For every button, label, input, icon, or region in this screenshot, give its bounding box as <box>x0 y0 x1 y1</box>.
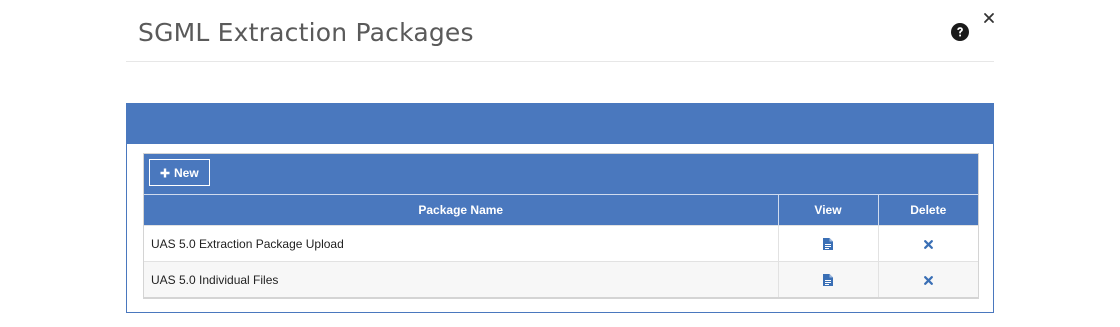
sgml-packages-dialog: SGML Extraction Packages New Package Nam… <box>0 0 1120 327</box>
column-header-package-name[interactable]: Package Name <box>144 194 778 226</box>
document-icon[interactable] <box>823 274 833 287</box>
table-row[interactable]: UAS 5.0 Extraction Package Upload <box>144 225 978 262</box>
plus-icon <box>160 168 170 177</box>
delete-x-icon[interactable] <box>923 239 933 249</box>
question-circle-icon[interactable] <box>951 23 969 41</box>
dialog-title: SGML Extraction Packages <box>138 18 474 47</box>
new-package-button[interactable]: New <box>149 159 210 186</box>
view-cell <box>777 261 878 298</box>
panel-header <box>127 104 993 144</box>
packages-table: Package Name View Delete UAS 5.0 Extract… <box>144 194 978 298</box>
packages-grid: New Package Name View Delete UAS 5.0 Ext… <box>143 153 979 299</box>
table-header-row: Package Name View Delete <box>144 194 978 226</box>
title-divider <box>126 61 994 62</box>
package-name-cell: UAS 5.0 Individual Files <box>144 261 778 298</box>
new-button-label: New <box>174 165 199 180</box>
package-name-cell: UAS 5.0 Extraction Package Upload <box>144 225 778 262</box>
packages-panel: New Package Name View Delete UAS 5.0 Ext… <box>126 103 994 313</box>
grid-toolbar: New <box>144 154 978 194</box>
delete-x-icon[interactable] <box>923 275 933 285</box>
delete-cell <box>877 261 978 298</box>
delete-cell <box>877 225 978 262</box>
table-row[interactable]: UAS 5.0 Individual Files <box>144 261 978 298</box>
column-header-view[interactable]: View <box>777 194 878 226</box>
column-header-delete[interactable]: Delete <box>877 194 978 226</box>
close-icon[interactable] <box>983 11 995 25</box>
document-icon[interactable] <box>823 238 833 251</box>
view-cell <box>777 225 878 262</box>
